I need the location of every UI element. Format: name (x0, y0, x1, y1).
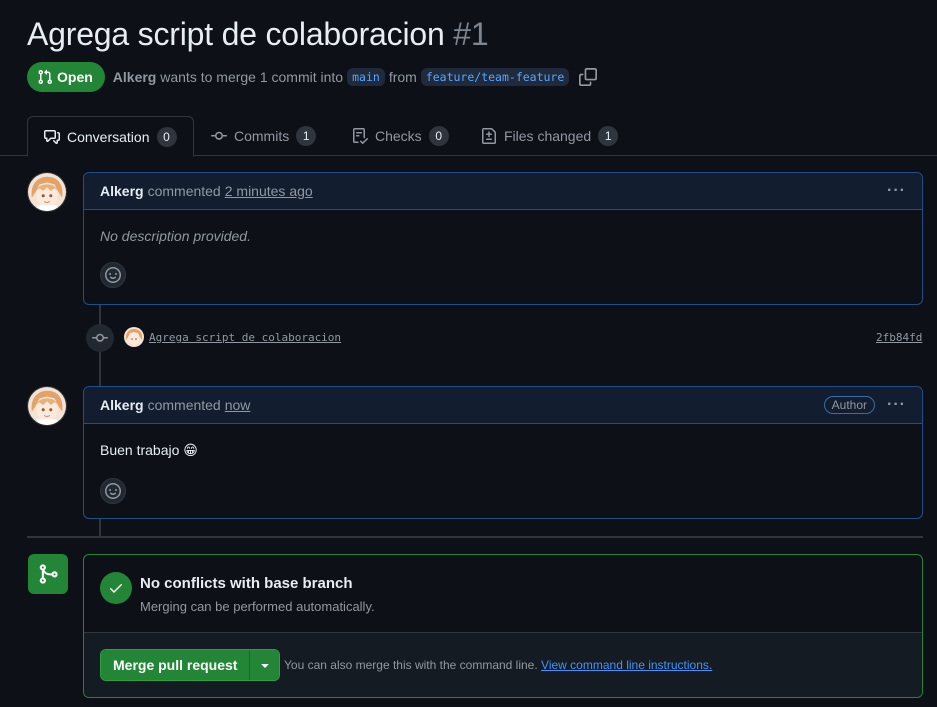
tab-conversation-label: Conversation (67, 128, 150, 145)
comment-action: commented (147, 183, 221, 199)
state-badge: Open (27, 62, 105, 92)
checklist-icon (353, 128, 368, 144)
merge-hint: You can also merge this with the command… (284, 658, 712, 672)
comment-text: Buen trabajo (100, 442, 180, 458)
tab-files-changed[interactable]: Files changed 1 (481, 116, 619, 156)
add-reaction-button[interactable] (100, 478, 126, 504)
pr-tabs: Conversation 0 Commits 1 Checks 0 Files … (0, 116, 937, 157)
git-commit-icon (92, 333, 108, 342)
merge-pull-request-button[interactable]: Merge pull request (101, 650, 250, 680)
merge-status-icon-box (28, 554, 68, 594)
comment-body: No description provided. (84, 210, 922, 288)
state-label: Open (57, 69, 93, 85)
head-branch[interactable]: feature/team-feature (420, 68, 570, 86)
copy-branch-button[interactable] (579, 68, 598, 86)
from-text: from (388, 69, 417, 85)
grinning-emoji: 😁 (183, 442, 198, 458)
merge-status-title: No conflicts with base branch (140, 575, 353, 592)
file-diff-icon (482, 128, 496, 144)
comment-card: Alkerg commented now Author ··· Buen tra… (83, 386, 923, 519)
user-avatar-image (28, 173, 66, 211)
tab-checks-count: 0 (428, 126, 449, 146)
kebab-menu-icon[interactable]: ··· (887, 182, 906, 200)
tab-checks[interactable]: Checks 0 (352, 116, 449, 156)
comment-header: Alkerg commented now Author ··· (84, 387, 922, 424)
comment-timestamp[interactable]: 2 minutes ago (225, 183, 313, 199)
comment-body: Buen trabajo 😁 (84, 424, 922, 504)
pr-state-row: Open Alkerg wants to merge 1 commit into… (27, 62, 598, 92)
check-icon (110, 584, 122, 593)
triangle-down-icon (261, 664, 269, 668)
tab-checks-label: Checks (375, 128, 422, 144)
git-pull-request-icon (38, 69, 52, 84)
tab-commits-count: 1 (296, 126, 317, 146)
smiley-icon (105, 267, 121, 283)
avatar[interactable] (27, 172, 67, 212)
add-reaction-button[interactable] (100, 262, 126, 288)
comment-card: Alkerg commented 2 minutes ago ··· No de… (83, 172, 923, 305)
tab-commits-label: Commits (234, 128, 290, 144)
pr-title-text: Agrega script de colaboracion (27, 16, 445, 52)
merge-actions: Merge pull request You can also merge th… (84, 633, 922, 697)
comment-header: Alkerg commented 2 minutes ago ··· (84, 173, 922, 210)
smiley-icon (105, 483, 121, 499)
merge-method-dropdown[interactable] (249, 650, 280, 680)
pr-number: #1 (453, 16, 489, 52)
kebab-menu-icon[interactable]: ··· (887, 396, 906, 414)
comment-action: commented (147, 397, 221, 413)
pr-author-link[interactable]: Alkerg (113, 69, 157, 85)
git-commit-icon (211, 131, 227, 140)
user-avatar-image (28, 387, 66, 425)
commit-author-avatar[interactable] (124, 327, 144, 347)
git-merge-icon (39, 564, 58, 584)
user-avatar-image (124, 327, 144, 347)
timeline-divider (27, 536, 923, 538)
merge-box: No conflicts with base branch Merging ca… (83, 554, 923, 698)
check-circle-icon (100, 572, 132, 604)
tab-commits[interactable]: Commits 1 (211, 116, 317, 156)
copy-icon (579, 68, 598, 86)
timeline-line (99, 519, 101, 536)
comment-author[interactable]: Alkerg (100, 397, 144, 413)
comment-author[interactable]: Alkerg (100, 183, 144, 199)
commit-node (86, 324, 114, 352)
tab-conversation[interactable]: Conversation 0 (27, 116, 194, 157)
tab-files-changed-label: Files changed (504, 128, 592, 144)
tab-files-changed-count: 1 (598, 126, 619, 146)
comment-discussion-icon (44, 129, 60, 144)
merge-hint-text: You can also merge this with the command… (284, 658, 538, 672)
pr-title: Agrega script de colaboracion #1 (27, 16, 489, 53)
comment-timestamp[interactable]: now (225, 397, 251, 413)
merge-text: wants to merge 1 commit into (160, 69, 344, 85)
commit-message-link[interactable]: Agrega script de colaboracion (149, 331, 341, 344)
merge-button-group: Merge pull request (100, 649, 281, 681)
command-line-instructions-link[interactable]: View command line instructions. (541, 658, 712, 672)
merge-status-subtitle: Merging can be performed automatically. (140, 599, 375, 614)
base-branch[interactable]: main (347, 68, 385, 86)
tab-conversation-count: 0 (156, 126, 177, 147)
comment-text-row: Buen trabajo 😁 (100, 442, 906, 459)
merge-status: No conflicts with base branch Merging ca… (84, 555, 922, 633)
author-badge: Author (823, 396, 876, 414)
commit-sha-link[interactable]: 2fb84fd (876, 331, 922, 344)
avatar[interactable] (27, 386, 67, 426)
comment-text: No description provided. (100, 228, 251, 244)
